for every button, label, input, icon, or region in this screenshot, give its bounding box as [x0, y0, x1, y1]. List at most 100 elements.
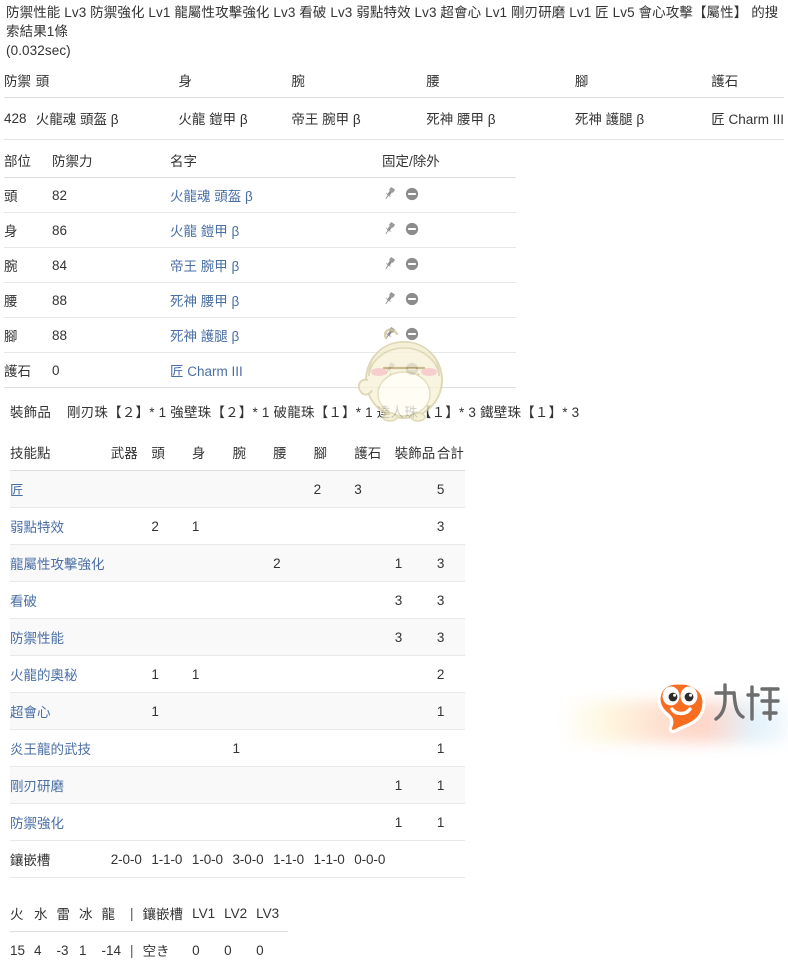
piece-name-link[interactable]: 死神 腰甲 β	[170, 294, 239, 309]
skill-value-leg	[314, 656, 355, 693]
skill-value-total: 1	[437, 804, 465, 841]
table-row-piece-腕: 腕 84 帝王 腕甲 β	[4, 248, 516, 283]
minus-circle-icon[interactable]	[405, 222, 419, 239]
decorations-value: 剛刃珠【２】* 1 強壁珠【２】* 1 破龍珠【１】* 1 達人珠【１】* 3 …	[67, 405, 579, 420]
skill-value-total: 3	[437, 619, 465, 656]
decorations-label: 裝飾品	[10, 405, 51, 420]
resistance-value-row: 154-31-14|空き000	[10, 932, 288, 968]
skill-name-link[interactable]: 炎王龍的武技	[10, 742, 91, 757]
skill-value-charm	[354, 545, 395, 582]
skill-value-leg	[314, 693, 355, 730]
skill-value-waist	[273, 656, 314, 693]
skill-name: 火龍的奧秘	[10, 656, 111, 693]
minus-circle-icon[interactable]	[405, 327, 419, 344]
table-row-piece-護石: 護石 0 匠 Charm III	[4, 353, 516, 388]
minus-circle-icon[interactable]	[405, 292, 419, 309]
skill-value-weapon	[111, 619, 152, 656]
pin-icon[interactable]	[382, 186, 401, 204]
skill-header-deco: 裝飾品	[395, 437, 437, 471]
resistance-value-9: 0	[256, 932, 288, 968]
armor-set-arm-piece: 帝王 腕甲 β	[291, 98, 426, 140]
skill-name-link[interactable]: 火龍的奧秘	[10, 668, 78, 683]
resistance-header-7: LV1	[192, 898, 224, 932]
skill-value-total: 3	[437, 508, 465, 545]
pin-icon[interactable]	[382, 291, 401, 309]
skill-value-deco: 1	[395, 545, 437, 582]
skill-value-total: 3	[437, 545, 465, 582]
slots-row: 鑲嵌槽2-0-01-1-01-0-03-0-01-1-01-1-00-0-0	[10, 841, 465, 878]
resistance-header-row: 火水雷冰龍|鑲嵌槽LV1LV2LV3	[10, 898, 288, 932]
armor-piece-detail-table: 部位 防禦力 名字 固定/除外 頭 82 火龍魂 頭盔 β	[4, 146, 516, 388]
piece-name-link[interactable]: 帝王 腕甲 β	[170, 259, 239, 274]
pin-icon[interactable]	[382, 326, 401, 344]
slots-value-2: 1-0-0	[192, 841, 233, 878]
skill-name: 防禦性能	[10, 619, 111, 656]
skill-header-waist: 腰	[273, 437, 314, 471]
piece-part: 護石	[4, 353, 52, 388]
skill-value-deco	[395, 730, 437, 767]
skill-value-body	[192, 804, 233, 841]
search-summary-line1: 防禦性能 Lv3 防禦強化 Lv1 龍屬性攻擊強化 Lv3 看破 Lv3 弱點特…	[6, 3, 782, 41]
skill-header-total: 合計	[437, 437, 465, 471]
skill-name-link[interactable]: 龍屬性攻擊強化	[10, 557, 105, 572]
resistance-header-1: 水	[34, 898, 57, 932]
skill-value-body	[192, 693, 233, 730]
armor-set-header-head: 頭	[36, 66, 179, 98]
skill-value-arm	[232, 804, 273, 841]
armor-set-charm-piece: 匠 Charm III	[711, 98, 784, 140]
resistance-value-3: 1	[79, 932, 102, 968]
pin-icon[interactable]	[382, 361, 401, 379]
skill-value-charm	[354, 619, 395, 656]
slots-value-6: 0-0-0	[354, 841, 395, 878]
skill-name-link[interactable]: 防禦強化	[10, 816, 64, 831]
skill-value-deco	[395, 656, 437, 693]
skill-value-total: 1	[437, 767, 465, 804]
skill-value-deco: 1	[395, 804, 437, 841]
table-row: 匠 2 3 5	[10, 471, 465, 508]
skill-name-link[interactable]: 防禦性能	[10, 631, 64, 646]
skill-value-head	[151, 767, 192, 804]
skill-value-weapon	[111, 545, 152, 582]
resistance-value-5: |	[130, 932, 143, 968]
minus-circle-icon[interactable]	[405, 257, 419, 274]
skill-points-table: 技能點 武器 頭 身 腕 腰 腳 護石 裝飾品 合計 匠 2 3 5 弱點特效 …	[10, 437, 465, 878]
piece-name: 死神 腰甲 β	[170, 283, 382, 318]
armor-set-head-piece: 火龍魂 頭盔 β	[36, 98, 179, 140]
skill-value-charm	[354, 767, 395, 804]
slots-value-4: 1-1-0	[273, 841, 314, 878]
skill-value-leg	[314, 545, 355, 582]
skill-name-link[interactable]: 匠	[10, 483, 24, 498]
table-row: 看破 3 3	[10, 582, 465, 619]
skill-header-name: 技能點	[10, 437, 111, 471]
skill-name-link[interactable]: 剛刃研磨	[10, 779, 64, 794]
skill-name: 剛刃研磨	[10, 767, 111, 804]
armor-set-header-leg: 腳	[575, 66, 711, 98]
skill-value-body	[192, 767, 233, 804]
skill-name-link[interactable]: 看破	[10, 594, 37, 609]
skill-value-weapon	[111, 767, 152, 804]
armor-set-header-waist: 腰	[426, 66, 575, 98]
search-summary-line2: (0.032sec)	[6, 41, 782, 60]
piece-actions	[382, 213, 516, 248]
minus-circle-icon[interactable]	[405, 362, 419, 379]
skill-value-body: 1	[192, 508, 233, 545]
minus-circle-icon[interactable]	[405, 187, 419, 204]
piece-name: 死神 護腿 β	[170, 318, 382, 353]
pin-icon[interactable]	[382, 221, 401, 239]
skill-value-arm	[232, 656, 273, 693]
piece-name-link[interactable]: 火龍魂 頭盔 β	[170, 189, 253, 204]
skill-value-charm	[354, 508, 395, 545]
piece-name-link[interactable]: 死神 護腿 β	[170, 329, 239, 344]
logo-blur-backdrop	[558, 701, 788, 743]
skill-name-link[interactable]: 弱點特效	[10, 520, 64, 535]
piece-actions	[382, 353, 516, 388]
piece-name-link[interactable]: 匠 Charm III	[170, 364, 243, 379]
skill-name-link[interactable]: 超會心	[10, 705, 51, 720]
pin-icon[interactable]	[382, 256, 401, 274]
resistance-value-6: 空き	[143, 932, 193, 968]
skill-value-head	[151, 730, 192, 767]
table-row: 火龍的奧秘 1 1 2	[10, 656, 465, 693]
piece-header-row: 部位 防禦力 名字 固定/除外	[4, 146, 516, 178]
piece-name-link[interactable]: 火龍 鎧甲 β	[170, 224, 239, 239]
resistance-header-4: 龍	[102, 898, 131, 932]
